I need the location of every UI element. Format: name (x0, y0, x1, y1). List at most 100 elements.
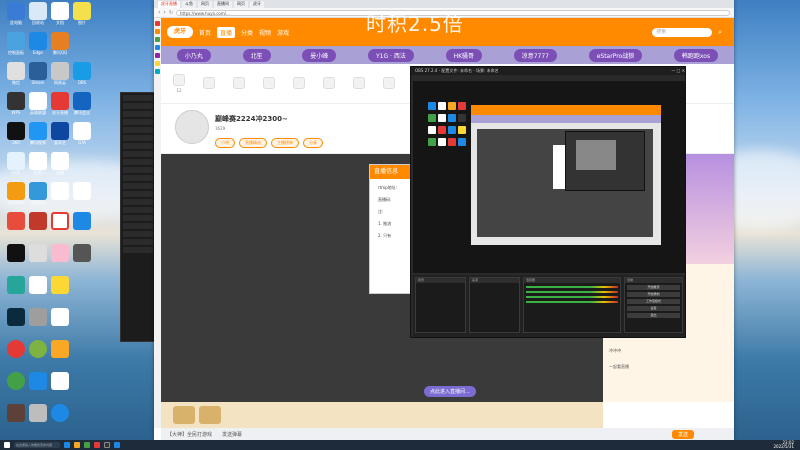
tool-item[interactable]: 12 (173, 74, 185, 93)
start-streaming-button[interactable]: 开始推流 (627, 285, 680, 290)
file-icon (29, 276, 47, 294)
streamer-pill[interactable]: Y1G · 西法 (368, 48, 414, 62)
browser-tab[interactable]: 斗鱼 (182, 0, 196, 8)
audio-meter (526, 296, 619, 298)
danmaku-input[interactable]: 发送弹幕 (222, 431, 242, 438)
chat-message: 冲冲冲 (609, 348, 621, 353)
sidebar-icon[interactable] (155, 53, 160, 58)
desktop-icon[interactable] (68, 244, 96, 270)
sidebar-icon[interactable] (155, 45, 160, 50)
app-icon (29, 182, 47, 200)
nav-game[interactable]: 游戏 (277, 28, 289, 37)
computer-icon (7, 2, 25, 20)
browser-tab[interactable]: 虎牙 (250, 0, 264, 8)
desktop-icon[interactable]: GTA (68, 122, 96, 148)
streamer-pill[interactable]: 小乃丸 (176, 48, 211, 62)
desktop-icon[interactable] (68, 212, 96, 238)
streamer-pill[interactable]: eStarPro战狼 (588, 48, 643, 62)
exit-button[interactable]: 退出 (627, 313, 680, 318)
browser-tab[interactable]: 直播间 (214, 0, 232, 8)
desktop-icon[interactable] (68, 182, 96, 208)
settings-button[interactable]: 设置 (627, 306, 680, 311)
app-icon[interactable] (114, 442, 120, 448)
obs-preview[interactable] (413, 81, 685, 273)
app-icon (7, 182, 25, 200)
wechat-icon (7, 372, 25, 390)
scenes-dock[interactable]: 场景 (415, 277, 467, 333)
sources-dock[interactable]: 来源 (469, 277, 521, 333)
tab-bar: 虎牙直播 斗鱼 网页 直播间 网页 虎牙 (154, 0, 734, 8)
obs-icon[interactable] (104, 442, 110, 448)
gift-icon[interactable] (173, 406, 195, 424)
tool-item[interactable] (233, 76, 245, 91)
desktop-icon[interactable]: 腾讯QQ (46, 32, 74, 58)
desktop-icon[interactable] (46, 276, 74, 302)
sidebar-icon[interactable] (155, 21, 160, 26)
explorer-icon[interactable] (74, 442, 80, 448)
room-meta: 1629 (215, 126, 226, 131)
tool-item[interactable] (293, 76, 305, 91)
huya-logo[interactable]: 虎牙 (167, 26, 193, 38)
room-tag[interactable]: 直播精选 (239, 138, 267, 148)
sidebar-icon[interactable] (155, 37, 160, 42)
start-icon[interactable] (4, 442, 10, 448)
taskview-icon[interactable] (64, 442, 70, 448)
streamer-pill[interactable]: 韩跑跑xos (673, 48, 719, 62)
site-search-input[interactable]: 搜索 (652, 27, 713, 37)
desktop-icon[interactable]: 图片 (68, 2, 96, 28)
tool-item[interactable] (353, 76, 365, 91)
background-window (120, 92, 156, 342)
search-icon[interactable]: ⌕ (718, 28, 722, 37)
forward-icon[interactable]: › (163, 9, 165, 16)
taskbar-search[interactable]: 在这里输入你要搜索的内容 (14, 442, 60, 448)
studio-mode-button[interactable]: 工作室模式 (627, 299, 680, 304)
tool-item[interactable] (203, 76, 215, 91)
start-recording-button[interactable]: 开始录制 (627, 292, 680, 297)
clock[interactable]: 23:02 2022/5/31 (773, 441, 794, 449)
streamer-avatar[interactable] (175, 110, 209, 144)
calendar-icon (173, 74, 185, 86)
streamer-pill[interactable]: 北笙 (242, 48, 271, 62)
obs-window: OBS 27.2.4 - 配置文件: 未命名 - 场景: 未命名 — □ ✕ 场… (410, 66, 686, 338)
obs-icon (7, 92, 25, 110)
desktop-icon[interactable] (46, 404, 74, 430)
sidebar-icon[interactable] (155, 29, 160, 34)
nav-video[interactable]: 视频 (259, 28, 271, 37)
desktop-icon[interactable]: OBS (68, 62, 96, 88)
room-tag[interactable]: 分享 (303, 138, 323, 148)
tool-item[interactable] (383, 76, 395, 91)
room-tag[interactable]: 主播榜单 (271, 138, 299, 148)
window-controls[interactable]: — □ ✕ (671, 67, 685, 75)
streamer-pill[interactable]: HK骚哥 (445, 48, 483, 62)
streamer-pill[interactable]: 凉意7777 (513, 48, 557, 62)
nav-live[interactable]: 直播 (217, 26, 236, 38)
streamer-pill[interactable]: 曼小峰 (302, 48, 337, 62)
desktop-icon[interactable]: 腾讯会议 (68, 92, 96, 118)
app-icon (51, 276, 69, 294)
send-button[interactable]: 发送 (671, 429, 694, 439)
desktop-icon[interactable]: 迅雷 (46, 152, 74, 178)
desktop-icon[interactable] (46, 340, 74, 366)
steam-icon (29, 62, 47, 80)
browser-icon[interactable] (94, 442, 100, 448)
gift-icon[interactable] (199, 406, 221, 424)
tool-item[interactable] (323, 76, 335, 91)
browser-tab[interactable]: 虎牙直播 (158, 0, 180, 8)
wechat-icon[interactable] (84, 442, 90, 448)
room-notice[interactable]: 点此进入直播间... (424, 386, 476, 397)
back-icon[interactable]: ‹ (158, 9, 160, 16)
sidebar-icon[interactable] (155, 69, 160, 74)
browser-tab[interactable]: 网页 (198, 0, 212, 8)
desktop-icon[interactable] (46, 372, 74, 398)
sidebar-icon[interactable] (155, 61, 160, 66)
nav-category[interactable]: 分类 (241, 28, 253, 37)
app-icon (7, 212, 25, 230)
browser-tab[interactable]: 网页 (234, 0, 248, 8)
mixer-dock[interactable]: 混音器 (523, 277, 622, 333)
nav-home[interactable]: 首页 (199, 28, 211, 37)
tool-item[interactable] (263, 76, 275, 91)
refresh-icon[interactable]: ↻ (169, 10, 173, 16)
desktop-icon[interactable] (46, 308, 74, 334)
gift-bar (161, 402, 603, 428)
room-tag[interactable]: 小明 (215, 138, 235, 148)
